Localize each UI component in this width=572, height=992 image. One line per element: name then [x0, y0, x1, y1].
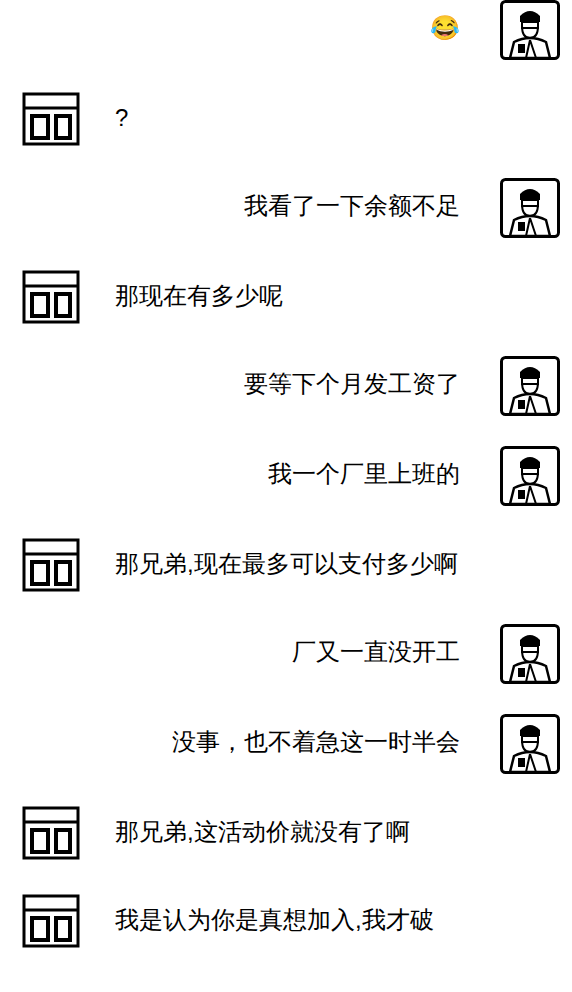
- message-text[interactable]: 要等下个月发工资了: [244, 356, 460, 400]
- message-text[interactable]: 那现在有多少呢: [115, 268, 283, 312]
- message-row-sent: 😂: [22, 0, 560, 60]
- user-avatar-icon[interactable]: [500, 624, 560, 684]
- contact-avatar-icon[interactable]: [22, 268, 80, 326]
- message-text[interactable]: 没事，也不着急这一时半会: [172, 714, 460, 758]
- message-text[interactable]: ?: [115, 90, 128, 134]
- message-row-sent: 我看了一下余额不足: [22, 178, 560, 238]
- message-row-sent: 没事，也不着急这一时半会: [22, 714, 560, 774]
- message-row-sent: 要等下个月发工资了: [22, 356, 560, 416]
- contact-avatar-icon[interactable]: [22, 536, 80, 594]
- message-text[interactable]: 我一个厂里上班的: [268, 446, 460, 490]
- message-row-received: 那兄弟,这活动价就没有了啊: [22, 804, 560, 862]
- message-row-received: 那兄弟,现在最多可以支付多少啊: [22, 536, 560, 594]
- message-row-received: 那现在有多少呢: [22, 268, 560, 326]
- user-avatar-icon[interactable]: [500, 446, 560, 506]
- message-text[interactable]: 那兄弟,这活动价就没有了啊: [115, 804, 410, 848]
- contact-avatar-icon[interactable]: [22, 90, 80, 148]
- message-row-received: ?: [22, 90, 560, 148]
- message-row-sent: 我一个厂里上班的: [22, 446, 560, 506]
- user-avatar-icon[interactable]: [500, 356, 560, 416]
- message-text[interactable]: 😂: [430, 0, 460, 44]
- contact-avatar-icon[interactable]: [22, 892, 80, 950]
- message-text[interactable]: 厂又一直没开工: [292, 624, 460, 668]
- user-avatar-icon[interactable]: [500, 714, 560, 774]
- user-avatar-icon[interactable]: [500, 178, 560, 238]
- message-row-received: 我是认为你是真想加入,我才破: [22, 892, 560, 950]
- message-text[interactable]: 那兄弟,现在最多可以支付多少啊: [115, 536, 458, 580]
- user-avatar-icon[interactable]: [500, 0, 560, 60]
- message-row-sent: 厂又一直没开工: [22, 624, 560, 684]
- chat-screen: 😂? 我看了一下余额不足那现在有多少呢要等下个月发工资了我一个厂里上班的那兄弟,现…: [0, 0, 572, 992]
- message-text[interactable]: 我看了一下余额不足: [244, 178, 460, 222]
- contact-avatar-icon[interactable]: [22, 804, 80, 862]
- message-text[interactable]: 我是认为你是真想加入,我才破: [115, 892, 434, 936]
